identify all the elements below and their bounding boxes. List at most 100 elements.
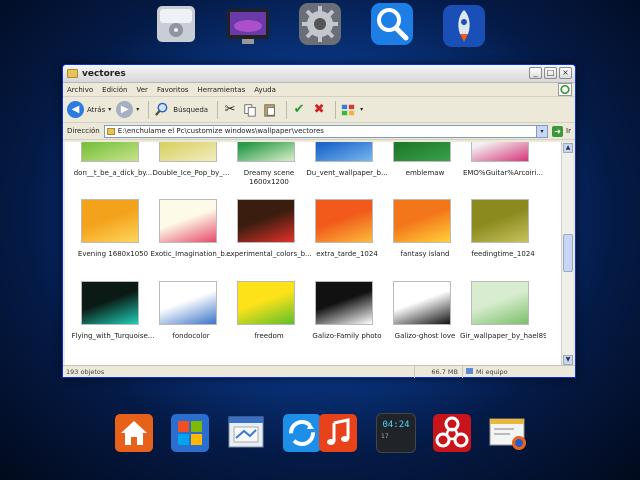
- folder-icon: [106, 127, 115, 135]
- file-name: Dreamy scene: [243, 169, 295, 177]
- go-arrow-icon: ➜: [552, 125, 564, 137]
- folder-icon: [67, 69, 78, 78]
- file-name: Galizo-ghost love: [394, 332, 456, 340]
- file-item[interactable]: fantasy island: [387, 199, 463, 275]
- magnifier-icon: [153, 102, 169, 118]
- file-item[interactable]: Double_Ice_Pop_by_...: [153, 142, 229, 194]
- cut-icon[interactable]: ✂: [222, 102, 238, 118]
- scroll-down-icon[interactable]: ▼: [563, 355, 573, 365]
- file-item[interactable]: Galizo-Family photo: [309, 281, 385, 357]
- file-name: Galizo-Family photo: [312, 332, 382, 340]
- browser-firefox-icon[interactable]: [488, 413, 528, 453]
- scroll-thumb[interactable]: [563, 234, 573, 272]
- file-item[interactable]: fondocolor: [153, 281, 229, 357]
- maximize-button[interactable]: □: [544, 67, 557, 79]
- file-item[interactable]: don__t_be_a_dick_by...: [74, 142, 152, 194]
- windows-logo-icon[interactable]: [170, 413, 210, 453]
- dropdown-arrow-icon: ▾: [136, 106, 140, 113]
- thumbnail-image: [237, 142, 295, 162]
- file-name-line2: 1600x1200: [249, 178, 289, 186]
- address-dropdown-icon[interactable]: ▾: [536, 125, 548, 137]
- copy-icon[interactable]: [242, 102, 258, 118]
- delete-x-icon[interactable]: ✖: [311, 102, 327, 118]
- back-arrow-icon: ◀: [67, 101, 84, 118]
- menu-edicion[interactable]: Edición: [102, 86, 127, 94]
- vertical-scrollbar[interactable]: ▲ ▼: [561, 142, 573, 366]
- file-item[interactable]: Flying_with_Turquoise...: [72, 281, 154, 357]
- thumbnail-image: [315, 199, 373, 243]
- settings-gear-icon[interactable]: [298, 2, 342, 46]
- windows-flag-icon: [558, 83, 572, 96]
- file-item[interactable]: Dreamy scene 1600x1200: [231, 142, 307, 194]
- window-title: vectores: [82, 68, 126, 79]
- views-grid-icon[interactable]: [340, 102, 356, 118]
- thumbnail-image: [471, 281, 529, 325]
- address-input[interactable]: E:\enchulame el Pc\customize windows\wal…: [103, 124, 549, 138]
- bottom-dock: 04:24 17: [0, 413, 640, 457]
- address-bar: Dirección E:\enchulame el Pc\customize w…: [63, 123, 575, 140]
- status-location: Mi equipo: [463, 366, 575, 378]
- thumbnail-image: [393, 281, 451, 325]
- file-name: fantasy island: [400, 250, 450, 258]
- scroll-up-icon[interactable]: ▲: [563, 143, 573, 153]
- menu-herramientas[interactable]: Herramientas: [198, 86, 246, 94]
- clock-day: 17: [381, 433, 389, 440]
- menu-ver[interactable]: Ver: [137, 86, 148, 94]
- menu-ayuda[interactable]: Ayuda: [254, 86, 276, 94]
- dropdown-arrow-icon: ▾: [108, 106, 112, 113]
- magnifier-search-icon[interactable]: [370, 2, 414, 46]
- file-name: Evening 1680x1050: [77, 250, 149, 258]
- thumbnail-image: [315, 281, 373, 325]
- thumbnail-image: [81, 199, 139, 243]
- close-button[interactable]: ×: [559, 67, 572, 79]
- file-name: Flying_with_Turquoise...: [71, 332, 155, 340]
- file-grid: don__t_be_a_dick_by... Double_Ice_Pop_by_…: [65, 142, 563, 366]
- search-button[interactable]: Búsqueda: [153, 102, 208, 118]
- status-count: 193 objetos: [63, 365, 415, 378]
- file-item[interactable]: freedom: [231, 281, 307, 357]
- file-item[interactable]: EMO%Guitar%Arcoiri...: [463, 142, 543, 194]
- paste-icon[interactable]: [262, 102, 278, 118]
- minimize-button[interactable]: _: [529, 67, 542, 79]
- thumbnail-image: [159, 142, 217, 162]
- file-item[interactable]: Galizo-ghost love: [387, 281, 463, 357]
- file-item[interactable]: Gir_wallpaper_by_hael89: [460, 281, 546, 357]
- window-titlebar[interactable]: vectores _ □ ×: [63, 65, 575, 83]
- menu-archivo[interactable]: Archivo: [67, 86, 93, 94]
- clock-widget-icon[interactable]: 04:24 17: [376, 413, 416, 453]
- file-name: Exotic_Imagination_b...: [150, 250, 232, 258]
- file-name: feedingtime_1024: [471, 250, 535, 258]
- file-item[interactable]: Exotic_Imagination_b...: [151, 199, 232, 275]
- file-item[interactable]: Du_vent_wallpaper_b...: [306, 142, 388, 194]
- toolbar-separator: [335, 100, 337, 119]
- file-item[interactable]: Evening 1680x1050: [75, 199, 151, 275]
- monitor-icon[interactable]: [226, 4, 270, 48]
- clock-time: 04:24: [382, 420, 410, 430]
- back-button[interactable]: ◀ Atrás ▾: [67, 101, 111, 118]
- forward-button[interactable]: ▶ ▾: [116, 101, 139, 118]
- file-name: Du_vent_wallpaper_b...: [306, 169, 388, 177]
- computer-icon: [466, 367, 473, 374]
- file-item[interactable]: experimental_colors_b...: [226, 199, 312, 275]
- file-window-icon[interactable]: [226, 413, 266, 453]
- file-item[interactable]: extra_tarde_1024: [309, 199, 385, 275]
- file-name: freedom: [254, 332, 284, 340]
- rocket-launch-icon[interactable]: [442, 4, 486, 48]
- home-icon[interactable]: [114, 413, 154, 453]
- hard-drive-icon[interactable]: [154, 2, 198, 46]
- music-note-icon[interactable]: [318, 413, 358, 453]
- go-label: Ir: [566, 127, 571, 135]
- refresh-sync-icon[interactable]: [282, 413, 322, 453]
- views-dropdown-icon[interactable]: ▾: [360, 106, 363, 113]
- thumbnail-image: [81, 281, 139, 325]
- menu-favoritos[interactable]: Favoritos: [157, 86, 189, 94]
- forward-arrow-icon: ▶: [116, 101, 134, 118]
- biohazard-icon[interactable]: [432, 413, 472, 453]
- toolbar-separator: [286, 100, 288, 119]
- file-item[interactable]: emblemaw: [387, 142, 463, 194]
- thumbnail-image: [237, 281, 295, 325]
- go-button[interactable]: ➜ Ir: [552, 125, 571, 137]
- file-item[interactable]: feedingtime_1024: [465, 199, 541, 275]
- file-name: don__t_be_a_dick_by...: [73, 169, 153, 177]
- checkmark-icon[interactable]: ✔: [291, 102, 307, 118]
